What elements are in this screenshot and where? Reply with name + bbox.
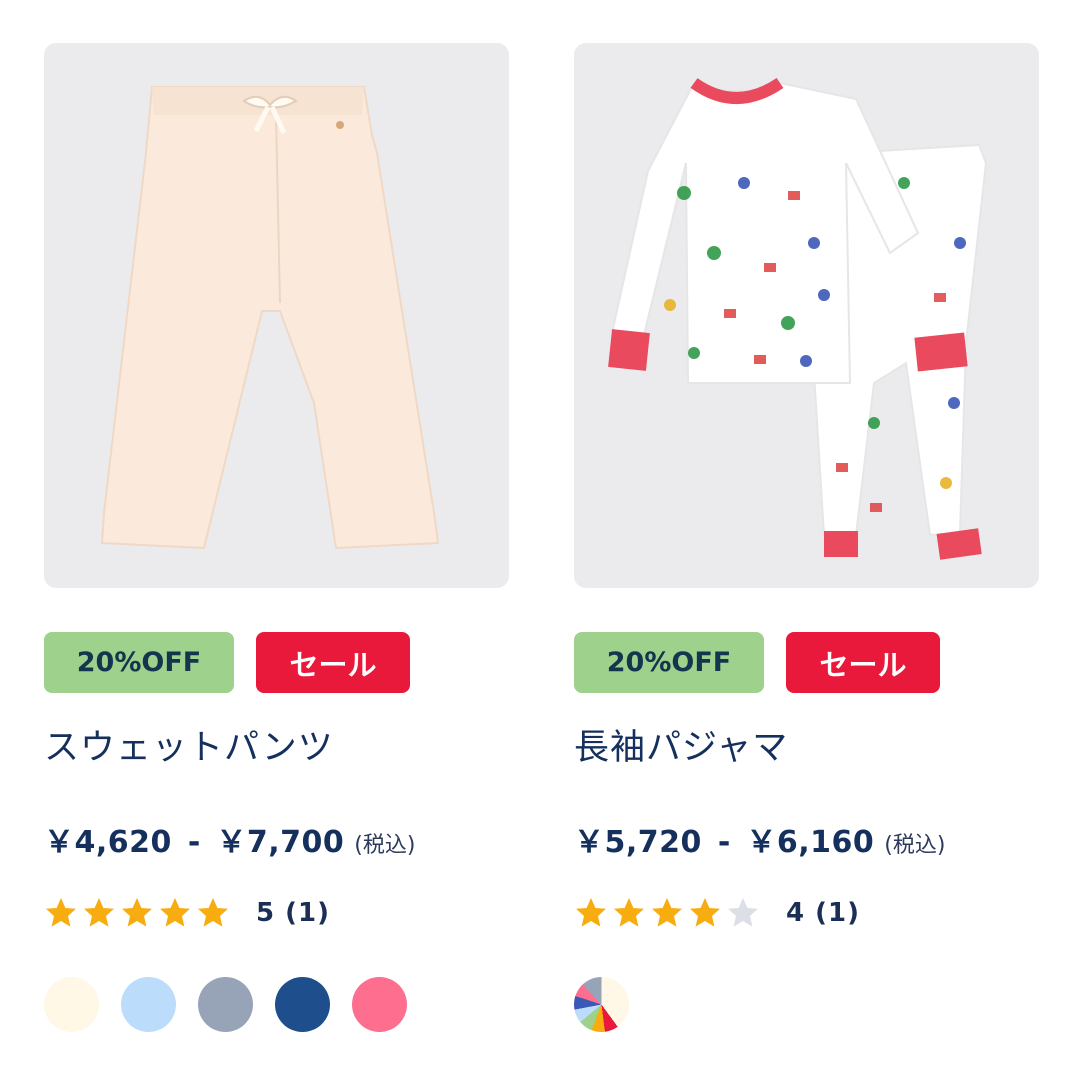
product-name[interactable]: 長袖パジャマ	[574, 723, 1039, 773]
product-card[interactable]: 20%OFF セール 長袖パジャマ ￥5,720 - ￥6,160 (税込) 4…	[574, 43, 1039, 1032]
tax-note: (税込)	[884, 833, 946, 858]
star-filled-icon	[576, 898, 606, 927]
color-swatches	[574, 977, 1039, 1032]
star-filled-icon	[652, 898, 682, 927]
price-max: ￥6,160	[746, 825, 875, 860]
discount-badge: 20%OFF	[44, 632, 234, 693]
sweatpants-image	[100, 86, 440, 550]
price-min: ￥4,620	[44, 825, 172, 860]
color-swatch[interactable]	[198, 977, 253, 1032]
product-card[interactable]: 20%OFF セール スウェットパンツ ￥4,620 - ￥7,700 (税込)…	[44, 43, 509, 1032]
star-filled-icon	[614, 898, 644, 927]
pajama-set-image	[608, 77, 988, 560]
price-separator: -	[717, 825, 731, 860]
star-empty-icon	[728, 898, 758, 927]
color-swatch-multicolor[interactable]	[574, 977, 629, 1032]
star-filled-icon	[46, 898, 76, 927]
rating-count: 5 (1)	[256, 898, 330, 928]
price-separator: -	[187, 825, 201, 860]
product-image[interactable]	[44, 43, 509, 588]
rating-stars	[574, 896, 760, 930]
rating-count: 4 (1)	[786, 898, 860, 928]
tax-note: (税込)	[354, 833, 416, 858]
product-name[interactable]: スウェットパンツ	[44, 723, 509, 773]
star-filled-icon	[84, 898, 114, 927]
price-max: ￥7,700	[216, 825, 345, 860]
star-filled-icon	[690, 898, 720, 927]
price-range: ￥4,620 - ￥7,700 (税込)	[44, 817, 509, 860]
sale-badge: セール	[256, 632, 410, 693]
color-swatch[interactable]	[121, 977, 176, 1032]
price-range: ￥5,720 - ￥6,160 (税込)	[574, 817, 1039, 860]
product-image[interactable]	[574, 43, 1039, 588]
color-swatch[interactable]	[352, 977, 407, 1032]
color-swatch[interactable]	[44, 977, 99, 1032]
rating: 5 (1)	[44, 893, 509, 933]
color-swatches	[44, 977, 509, 1032]
color-swatch[interactable]	[275, 977, 330, 1032]
star-filled-icon	[160, 898, 190, 927]
discount-badge: 20%OFF	[574, 632, 764, 693]
sale-badge: セール	[786, 632, 940, 693]
rating-stars	[44, 896, 230, 930]
star-filled-icon	[122, 898, 152, 927]
star-filled-icon	[198, 898, 228, 927]
price-min: ￥5,720	[574, 825, 702, 860]
rating: 4 (1)	[574, 893, 1039, 933]
